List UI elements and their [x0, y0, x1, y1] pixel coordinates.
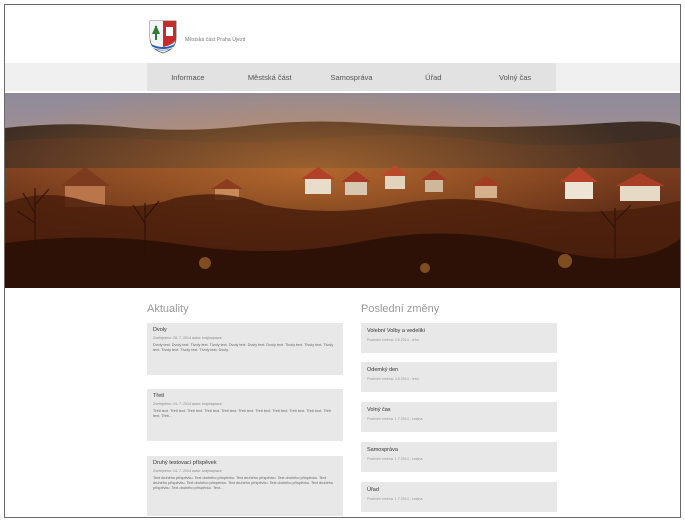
main-navigation: Informace Městská část Samospráva Úřad V… [147, 63, 556, 91]
news-item-excerpt: Dvoly text. Dvoly text. Tlvoly text. Tlv… [153, 343, 334, 353]
change-item[interactable]: Volební Volby a vedeliki Poslední změna:… [361, 323, 557, 353]
change-item-meta: Poslední změna: 4.8.2014 - leho [367, 338, 419, 342]
change-item-title[interactable]: Úřad [367, 487, 551, 493]
news-item-excerpt: Text druhého příspěvku. Text druhého pří… [153, 476, 333, 491]
change-item-meta: Poslední změna: 1.7.2014 - krajina [367, 497, 423, 501]
change-item-meta: Poslední změna: 1.7.2014 - krajina [367, 417, 423, 421]
news-item-meta: Zveřejněno: 28. 7. 2014 autor: krajinapr… [153, 336, 222, 340]
change-item-meta: Poslední změna: 4.8.2014 - leho [367, 377, 419, 381]
change-item-title[interactable]: Samospráva [367, 447, 551, 453]
nav-item-samosprava[interactable]: Samospráva [311, 63, 393, 91]
nav-item-volny-cas[interactable]: Volný čas [474, 63, 556, 91]
change-item-title[interactable]: Volební Volby a vedeliki [367, 328, 551, 334]
change-item[interactable]: Úřad Poslední změna: 1.7.2014 - krajina [361, 482, 557, 512]
nav-item-mestska-cast[interactable]: Městská část [229, 63, 311, 91]
change-item[interactable]: Odemký den Poslední změna: 4.8.2014 - le… [361, 362, 557, 392]
news-item[interactable]: Třetí Zveřejněno: 24. 7. 2014 autor: kra… [147, 389, 343, 441]
site-title[interactable]: Městská část Praha Újezd [185, 37, 245, 43]
news-item-excerpt: Třetí text. Třetí text. Třetí text. Třet… [153, 409, 332, 419]
news-item-title[interactable]: Třetí [153, 393, 337, 399]
page-frame: Městská část Praha Újezd Informace Městs… [4, 4, 681, 518]
change-item-meta: Poslední změna: 1.7.2014 - krajina [367, 457, 423, 461]
news-item-meta: Zveřejněno: 24. 7. 2014 autor: krajinapr… [153, 469, 222, 473]
recent-changes-heading: Poslední změny [361, 303, 440, 315]
news-item[interactable]: Druhý testovací příspěvek Zveřejněno: 24… [147, 456, 343, 516]
news-item-title[interactable]: Druhý testovací příspěvek [153, 460, 337, 466]
news-heading: Aktuality [147, 303, 189, 315]
change-item-title[interactable]: Odemký den [367, 367, 551, 373]
change-item[interactable]: Volný čas Poslední změna: 1.7.2014 - kra… [361, 402, 557, 432]
news-item-title[interactable]: Dvoly [153, 327, 337, 333]
coat-of-arms-logo[interactable] [148, 20, 178, 54]
news-item-meta: Zveřejněno: 24. 7. 2014 autor: krajinapr… [153, 402, 222, 406]
change-item-title[interactable]: Volný čas [367, 407, 551, 413]
news-item[interactable]: Dvoly Zveřejněno: 28. 7. 2014 autor: kra… [147, 323, 343, 375]
nav-item-urad[interactable]: Úřad [392, 63, 474, 91]
change-item[interactable]: Samospráva Poslední změna: 1.7.2014 - kr… [361, 442, 557, 472]
hero-village-photo [5, 93, 680, 288]
nav-item-informace[interactable]: Informace [147, 63, 229, 91]
